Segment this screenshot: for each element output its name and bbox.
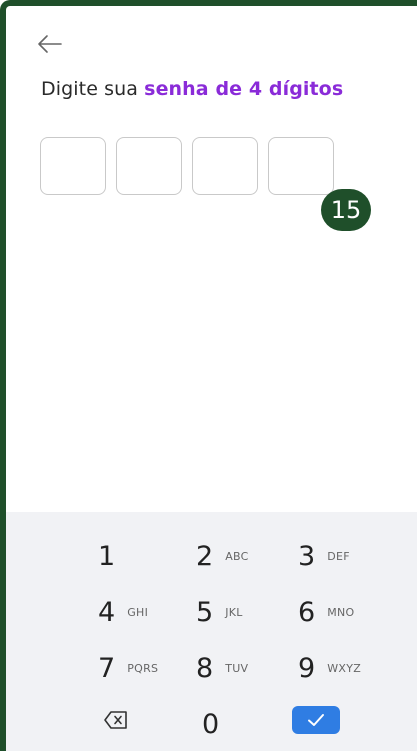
- pin-box[interactable]: [116, 137, 182, 195]
- pin-box[interactable]: [192, 137, 258, 195]
- back-button[interactable]: [34, 28, 66, 60]
- key-letters: JKL: [225, 605, 243, 619]
- pin-box[interactable]: [40, 137, 106, 195]
- screen-frame: Digite sua senha de 4 dígitos 15 1 2 ABC …: [0, 0, 417, 751]
- key-letters: DEF: [327, 549, 350, 563]
- key-9[interactable]: 9 WXYZ: [298, 646, 361, 690]
- key-digit: 9: [298, 652, 316, 684]
- title-prefix: Digite sua: [41, 78, 145, 100]
- key-1[interactable]: 1: [98, 534, 115, 578]
- key-6[interactable]: 6 MNO: [298, 590, 354, 634]
- key-digit: 1: [98, 540, 116, 572]
- arrow-left-icon: [38, 35, 62, 53]
- key-letters: ABC: [225, 549, 249, 563]
- key-letters: PQRS: [127, 661, 159, 675]
- check-icon: [308, 714, 324, 726]
- page-title: Digite sua senha de 4 dígitos: [41, 78, 343, 100]
- key-0[interactable]: 0: [202, 702, 219, 746]
- backspace-icon: [104, 711, 127, 729]
- key-digit: 7: [98, 652, 116, 684]
- key-digit: 0: [202, 708, 220, 740]
- confirm-button[interactable]: [292, 706, 340, 734]
- key-letters: GHI: [127, 605, 149, 619]
- key-digit: 3: [298, 540, 316, 572]
- key-4[interactable]: 4 GHI: [98, 590, 148, 634]
- numeric-keyboard: 1 2 ABC 3 DEF 4 GHI 5 JKL 6 MNO 7 PQRS 8 TUV 9W…: [6, 512, 417, 751]
- pin-box[interactable]: [268, 137, 334, 195]
- key-5[interactable]: 5 JKL: [196, 590, 243, 634]
- step-badge: 15: [321, 189, 371, 231]
- key-digit: 2: [196, 540, 214, 572]
- key-letters: MNO: [327, 605, 355, 619]
- key-2[interactable]: 2 ABC: [196, 534, 249, 578]
- key-digit: 6: [298, 596, 316, 628]
- key-3[interactable]: 3 DEF: [298, 534, 350, 578]
- delete-button[interactable]: [103, 709, 129, 731]
- title-highlight: senha de 4 dígitos: [144, 78, 344, 100]
- key-digit: 4: [98, 596, 116, 628]
- key-letters: TUV: [225, 661, 249, 675]
- key-digit: 5: [196, 596, 214, 628]
- key-7[interactable]: 7 PQRS: [98, 646, 158, 690]
- key-digit: 8: [196, 652, 214, 684]
- key-8[interactable]: 8 TUV: [196, 646, 248, 690]
- key-letters: WXYZ: [327, 661, 362, 675]
